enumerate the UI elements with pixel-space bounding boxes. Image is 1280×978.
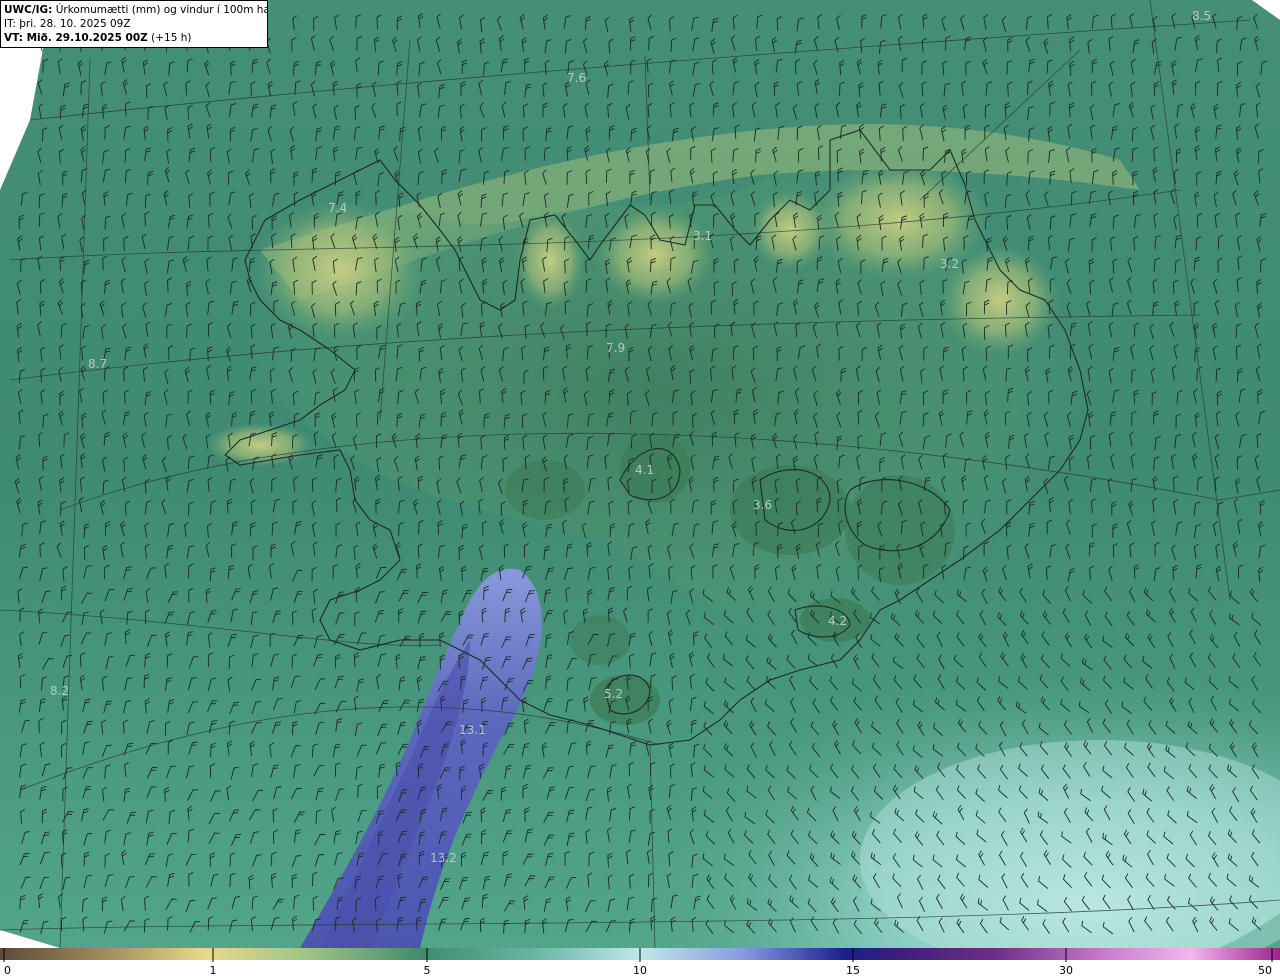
value-label: 8.5 bbox=[1192, 9, 1211, 23]
value-label: 13.2 bbox=[430, 851, 457, 865]
value-label: 3.1 bbox=[693, 229, 712, 243]
colorbar-tick-label: 50 bbox=[1258, 964, 1272, 977]
value-label: 3.6 bbox=[753, 498, 772, 512]
colorbar-tick-label: 30 bbox=[1059, 964, 1073, 977]
colorbar: 0 1 5 10 15 30 50 bbox=[0, 948, 1280, 978]
value-label: 4.2 bbox=[828, 614, 847, 628]
value-label: 5.2 bbox=[604, 687, 623, 701]
vt-label: VT: Mið. 29.10.2025 00Z bbox=[4, 32, 148, 44]
valid-time-line: VT: Mið. 29.10.2025 00Z (+15 h) bbox=[4, 31, 264, 45]
info-box: UWC/IG: Úrkomumætti (mm) og vindur í 100… bbox=[0, 0, 268, 48]
colorbar-tick-label: 15 bbox=[846, 964, 860, 977]
title-line: UWC/IG: Úrkomumætti (mm) og vindur í 100… bbox=[4, 3, 267, 17]
vt-lead: (+15 h) bbox=[151, 32, 192, 44]
value-label: 8.2 bbox=[50, 684, 69, 698]
value-label: 7.4 bbox=[328, 201, 347, 215]
value-label: 7.6 bbox=[567, 71, 586, 85]
weather-map: 7.6 7.4 3.1 3.2 7.9 4.1 3.6 4.2 5.2 13.1… bbox=[0, 0, 1280, 978]
value-label: 7.9 bbox=[606, 341, 625, 355]
value-label: 8.7 bbox=[88, 357, 107, 371]
value-label: 4.1 bbox=[635, 463, 654, 477]
init-time-line: IT: þri. 28. 10. 2025 09Z bbox=[4, 17, 264, 31]
colorbar-tick-label: 0 bbox=[4, 964, 11, 977]
value-label: 13.1 bbox=[459, 723, 486, 737]
map-canvas: 7.6 7.4 3.1 3.2 7.9 4.1 3.6 4.2 5.2 13.1… bbox=[0, 0, 1280, 978]
it-value: þri. 28. 10. 2025 09Z bbox=[19, 18, 131, 30]
colorbar-tick-label: 10 bbox=[633, 964, 647, 977]
value-label: 3.2 bbox=[940, 257, 959, 271]
it-label: IT: bbox=[4, 18, 16, 30]
colorbar-tick-label: 1 bbox=[210, 964, 217, 977]
field-title: Úrkomumætti (mm) og vindur í 100m hæð bbox=[55, 4, 268, 16]
model-label: UWC/IG: bbox=[4, 4, 53, 16]
colorbar-tick-label: 5 bbox=[424, 964, 431, 977]
